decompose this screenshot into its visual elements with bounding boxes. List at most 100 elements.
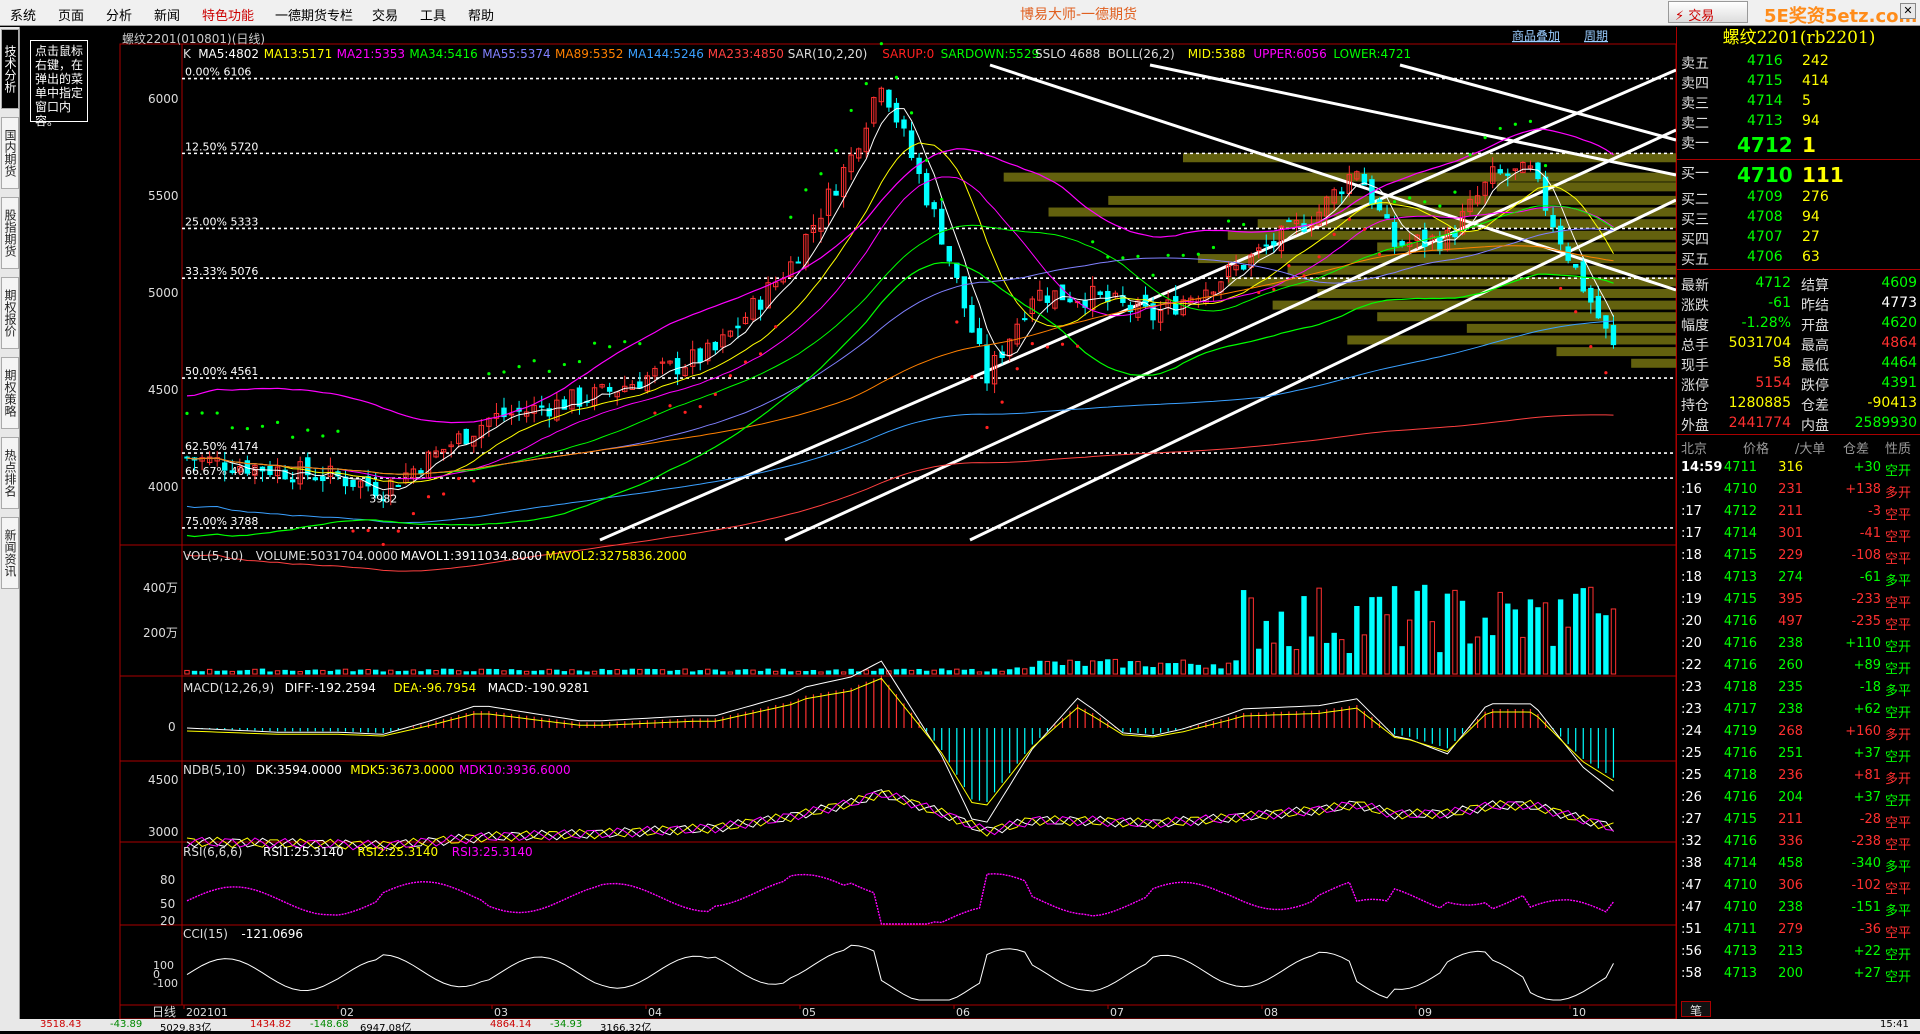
tick-row[interactable]: :56 4713 213 +22 空开 [1677,941,1920,963]
tick-row[interactable]: :38 4714 458 -340 多平 [1677,853,1920,875]
tick-row[interactable]: :26 4716 204 +37 空开 [1677,787,1920,809]
sar-dot [638,342,642,346]
bid-row[interactable]: 买四 4707 27 [1677,227,1920,248]
ask-row[interactable]: 卖二 4713 94 [1677,111,1920,132]
tick-row[interactable]: :27 4715 211 -28 空平 [1677,809,1920,831]
sar-dot [789,215,793,219]
tick-row[interactable]: :23 4718 235 -18 多平 [1677,677,1920,699]
sar-dot [1075,344,1080,348]
volume-bar [1437,652,1443,675]
ask-row[interactable]: 卖五 4716 242 [1677,51,1920,72]
volume-bar [622,669,628,675]
sar-dot [366,528,370,533]
candle-body [931,202,937,210]
tick-row[interactable]: :16 4710 231 +138 多开 [1677,479,1920,501]
candle-body [1557,225,1564,245]
candle-body [1376,199,1383,211]
quote-row: 涨跌 -61 昨结 4773 [1677,293,1920,314]
tab-trades[interactable]: 笔 [1681,1001,1711,1018]
candle-body [1097,291,1103,296]
ndb-tick-label: 3000 [148,825,179,839]
volume-bar [1052,661,1058,675]
volume-bar [878,668,885,675]
sar-dot [653,411,657,415]
volume-bar [1240,590,1247,675]
quote-value: 5154 [1755,375,1791,391]
ask-row[interactable]: 卖三 4714 5 [1677,91,1920,112]
moving-average-line [186,320,1614,524]
tick-type: 空平 [1885,882,1912,897]
volume-bar [463,671,469,675]
tick-type: 空平 [1885,816,1912,831]
tick-row[interactable]: :17 4712 211 -3 空平 [1677,501,1920,523]
bid-row[interactable]: 买一 4710 111 [1677,161,1920,187]
quote-label: 涨停 [1681,378,1709,394]
tick-row[interactable]: :23 4717 238 +62 空开 [1677,699,1920,721]
tick-row[interactable]: 14:59 4711 316 +30 空开 [1677,457,1920,479]
tick-volume: 279 [1778,922,1803,937]
sar-dot [743,360,748,364]
tick-row[interactable]: :17 4714 301 -41 空平 [1677,523,1920,545]
quote-value: -61 [1768,295,1791,311]
volume-bar [1474,636,1481,675]
sar-dot [774,325,778,329]
status-index3: 4864.14 [490,1019,532,1030]
tick-oi-change: -3 [1868,504,1881,519]
tick-header-cell: 性质 [1885,442,1912,457]
volume-bar [493,669,500,675]
tick-type: 空开 [1885,464,1912,479]
tick-row[interactable]: :25 4718 236 +81 多开 [1677,765,1920,787]
bid-row[interactable]: 买三 4708 94 [1677,207,1920,228]
candle-body [1391,221,1398,247]
sar-dot [1015,367,1019,371]
rsi-legend-item: RSI2:25.3140 [357,845,438,859]
volume-bar [629,668,635,675]
tick-oi-change: -61 [1859,570,1881,585]
time-tick-label: 10 [1572,1006,1586,1019]
tick-row[interactable]: :32 4716 336 -238 空平 [1677,831,1920,853]
sar-dot [970,375,974,379]
ask-price: 4712 [1737,133,1793,157]
tick-row[interactable]: :18 4713 274 -61 多平 [1677,567,1920,589]
indicator-legend-item: BOLL(26,2) [1108,47,1175,61]
ask-row[interactable]: 卖四 4715 414 [1677,71,1920,92]
volume-bar [961,669,968,675]
indicator-legend-item: MID:5388 [1188,47,1246,61]
volume-bar [1120,667,1126,675]
tick-row[interactable]: :20 4716 497 -235 空平 [1677,611,1920,633]
tick-type: 空平 [1885,552,1912,567]
tick-row[interactable]: :19 4715 395 -233 空平 [1677,589,1920,611]
tick-row[interactable]: :58 4713 200 +27 空开 [1677,963,1920,985]
quote-value: 4609 [1881,275,1917,291]
volume-bar [1391,586,1398,675]
bid-row[interactable]: 买五 4706 63 [1677,247,1920,268]
tick-time: :47 [1681,900,1702,915]
volume-legend-item: MAVOL2:3275836.2000 [545,549,686,563]
sar-dot [381,542,385,547]
ask-row[interactable]: 卖一 4712 1 [1677,131,1920,157]
tick-row[interactable]: :47 4710 238 -151 多平 [1677,897,1920,919]
tick-oi-change: +62 [1853,702,1881,717]
tick-row[interactable]: :20 4716 238 +110 空开 [1677,633,1920,655]
sar-dot [592,341,597,345]
time-tick-label: 09 [1418,1006,1432,1019]
tick-row[interactable]: :47 4710 306 -102 空平 [1677,875,1920,897]
tick-type: 空平 [1885,530,1912,545]
tick-row[interactable]: :24 4719 268 +160 多开 [1677,721,1920,743]
kline-chart[interactable]: K MA5:4802 MA13:5171 MA21:5353 MA34:5416 MA55… [0,0,1920,1031]
sar-dot [1121,256,1125,260]
tick-row[interactable]: :18 4715 229 -108 空平 [1677,545,1920,567]
candle-body [305,457,311,476]
tick-type: 多平 [1885,574,1912,589]
rsi-tick-label: 80 [160,873,175,887]
candle-body [795,261,802,264]
tick-row[interactable]: :22 4716 260 +89 空开 [1677,655,1920,677]
tick-price: 4716 [1723,834,1757,849]
tick-price: 4717 [1723,702,1757,717]
tick-row[interactable]: :51 4711 279 -36 空平 [1677,919,1920,941]
bid-row[interactable]: 买二 4709 276 [1677,187,1920,208]
volume-bar [554,669,560,675]
sar-dot [502,370,506,374]
tick-row[interactable]: :25 4716 251 +37 空开 [1677,743,1920,765]
volume-bar [471,671,477,675]
